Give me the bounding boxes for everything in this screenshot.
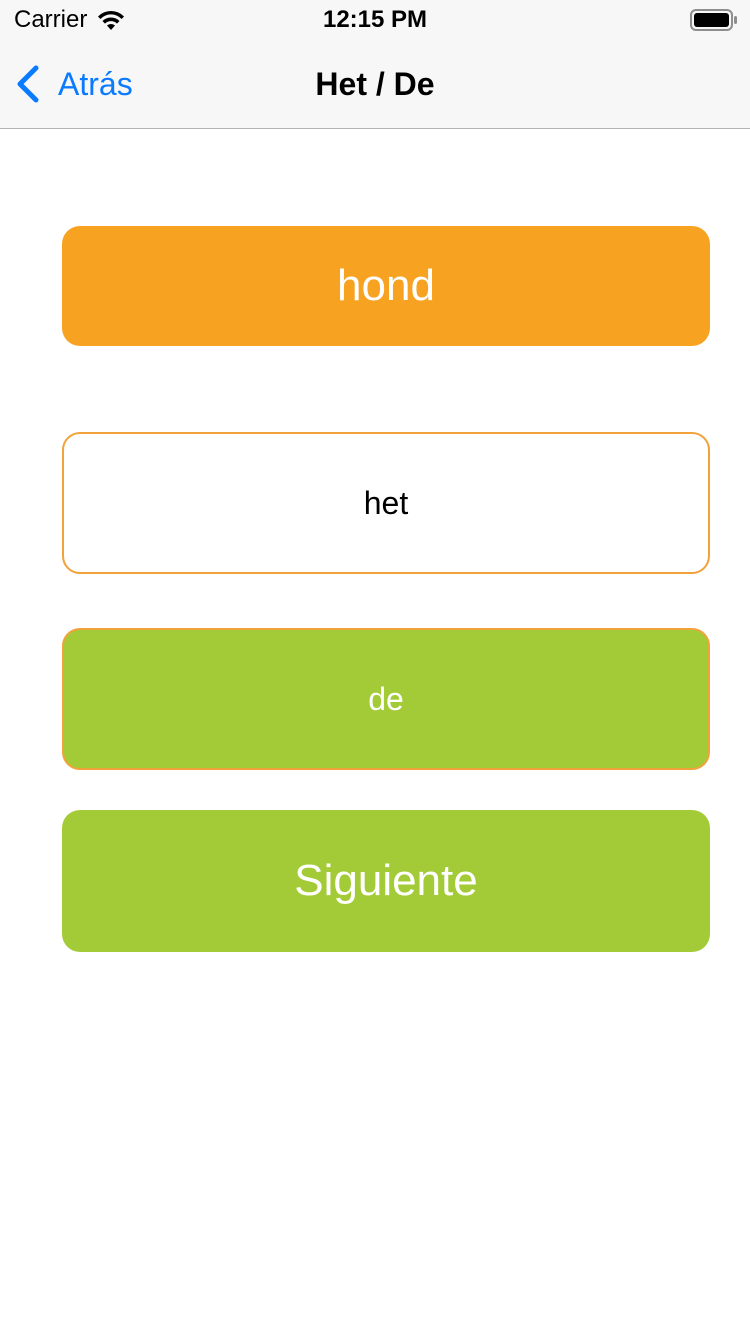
navigation-bar: Atrás Het / De (0, 40, 750, 129)
word-text: hond (337, 261, 435, 310)
word-card: hond (62, 226, 710, 346)
option-het-button[interactable]: het (62, 432, 710, 574)
option-de-button[interactable]: de (62, 628, 710, 770)
page-title: Het / De (315, 66, 435, 102)
option-de-label: de (368, 680, 404, 717)
next-button[interactable]: Siguiente (62, 810, 710, 952)
option-het-label: het (363, 484, 409, 521)
status-bar: Carrier 12:15 PM (0, 0, 750, 40)
battery-icon (690, 9, 737, 31)
status-time: 12:15 PM (322, 6, 428, 33)
next-button-label: Siguiente (294, 856, 478, 905)
